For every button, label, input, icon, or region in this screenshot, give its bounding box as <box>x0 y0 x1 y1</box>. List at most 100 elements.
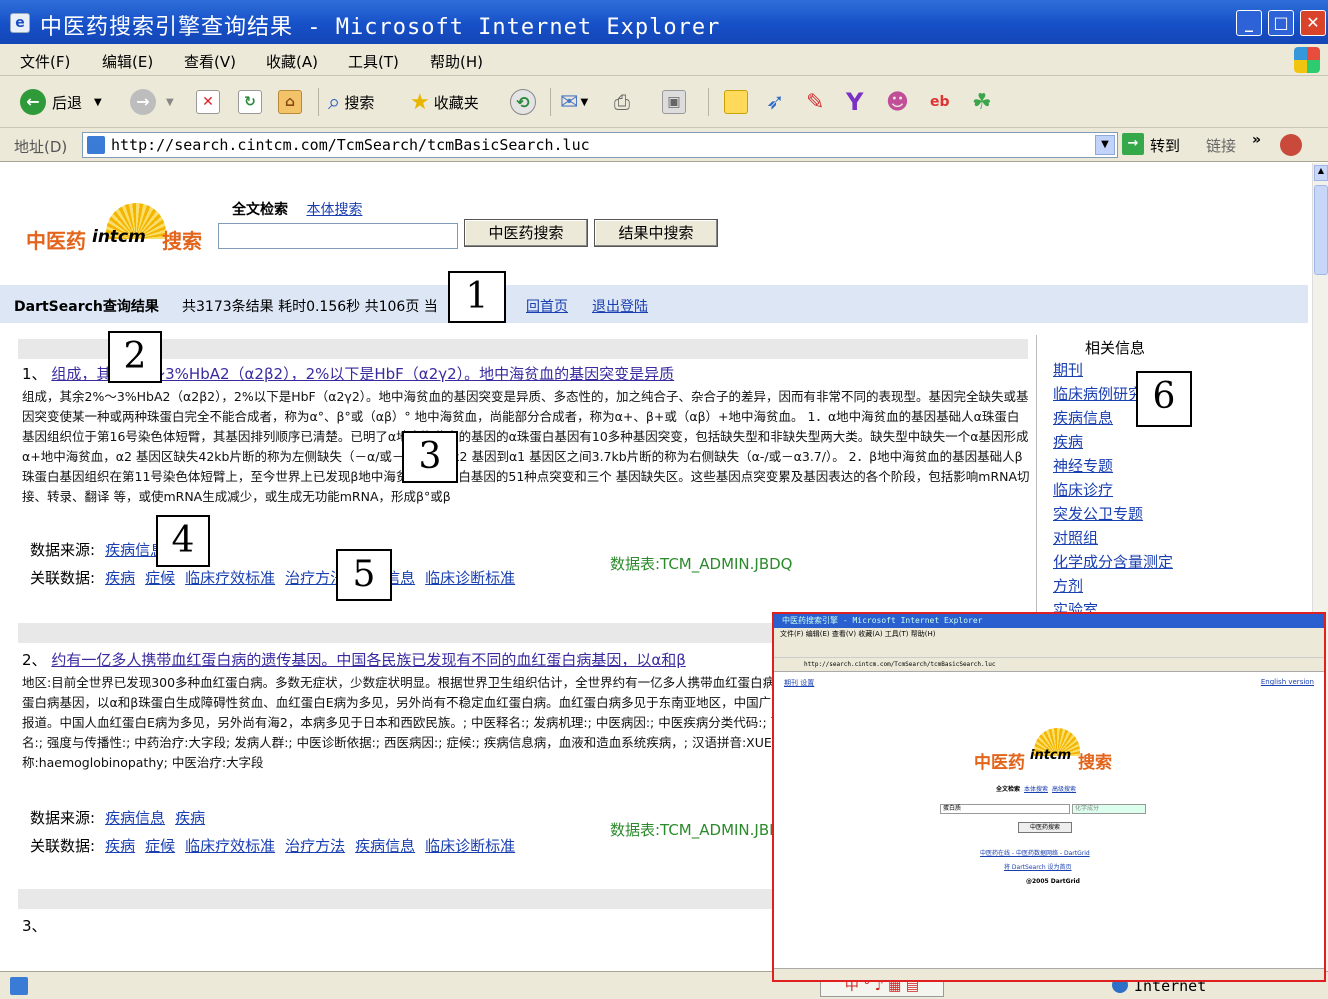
yahoo-button[interactable]: Y <box>846 88 863 116</box>
marker-icon: ✎ <box>806 89 825 115</box>
chevron-double-right-icon[interactable]: » <box>1252 132 1261 148</box>
sidebar-link[interactable]: 神经专题 <box>1053 455 1113 476</box>
user-button[interactable]: ☻ <box>886 88 909 116</box>
related-link[interactable]: 临床疗效标准 <box>185 569 275 587</box>
refresh-button[interactable]: ↻ <box>238 88 262 116</box>
related-link[interactable]: 临床疗效标准 <box>185 837 275 855</box>
related-link[interactable]: 疾病信息 <box>355 837 415 855</box>
close-button[interactable]: ✕ <box>1300 10 1326 36</box>
stop-button[interactable]: ✕ <box>196 88 220 116</box>
menu-favorites[interactable]: 收藏(A) <box>266 51 318 72</box>
yahoo-y-icon: Y <box>846 88 864 116</box>
result-link[interactable]: 约有一亿多人携带血红蛋白病的遗传基因。中国各民族已发现有不同的血红蛋白病基因，以… <box>51 651 685 669</box>
related-link[interactable]: 疾病 <box>105 837 135 855</box>
url-text[interactable]: http://search.cintcm.com/TcmSearch/tcmBa… <box>111 136 590 154</box>
note-button[interactable] <box>724 88 748 116</box>
inset-set-homepage-link: 将 DartSearch 设为首页 <box>1004 864 1072 871</box>
mail-button[interactable]: ✉ ▼ <box>560 88 588 116</box>
chevron-down-icon[interactable]: ▼ <box>580 97 588 108</box>
title-bar: e 中医药搜索引擎查询结果 - Microsoft Internet Explo… <box>0 0 1328 44</box>
edit-icon: ▣ <box>662 90 686 114</box>
search-button[interactable]: ⌕ 搜索 <box>328 88 374 116</box>
inset-english-link: English version <box>1260 678 1314 686</box>
ie-app-icon[interactable]: e <box>10 13 30 33</box>
menu-help[interactable]: 帮助(H) <box>430 51 483 72</box>
callout-4: 4 <box>156 515 210 567</box>
related-link[interactable]: 症候 <box>145 837 175 855</box>
window-title: 中医药搜索引擎查询结果 - Microsoft Internet Explore… <box>40 15 721 40</box>
sidebar-link[interactable]: 临床诊疗 <box>1053 479 1113 500</box>
logout-link[interactable]: 退出登陆 <box>592 296 648 316</box>
chevron-down-icon[interactable]: ▼ <box>166 97 174 108</box>
data-table-label: 数据表:TCM_ADMIN.JBDQ <box>610 555 793 573</box>
inset-footer-links: 中医药在线 - 中医药数据网络 - DartGrid <box>980 850 1090 857</box>
result-title: DartSearch查询结果 <box>14 299 159 315</box>
edit-button[interactable]: ▣ <box>662 88 686 116</box>
related-link[interactable]: 临床诊断标准 <box>425 569 515 587</box>
chevron-down-icon[interactable]: ▼ <box>1095 135 1115 155</box>
related-link[interactable]: 治疗方法 <box>285 837 345 855</box>
translate-icon[interactable] <box>1280 134 1302 156</box>
inset-copyright: @2005 DartGrid <box>1026 878 1080 885</box>
messenger-button[interactable]: ➶ <box>766 88 784 116</box>
source-link[interactable]: 疾病信息 <box>105 809 165 827</box>
scroll-up-icon[interactable]: ▲ <box>1314 165 1328 181</box>
maximize-button[interactable]: □ <box>1268 10 1294 36</box>
minimize-button[interactable]: _ <box>1236 10 1262 36</box>
links-button[interactable]: 链接 <box>1206 135 1236 156</box>
site-logo[interactable]: 中医药 intcm 搜索 <box>26 203 206 259</box>
source-row: 数据来源:疾病信息疾病 <box>30 809 206 827</box>
menu-file[interactable]: 文件(F) <box>20 51 70 72</box>
page-icon <box>10 977 28 995</box>
star-icon: ★ <box>410 89 430 115</box>
related-link[interactable]: 症候 <box>145 569 175 587</box>
sidebar-link[interactable]: 疾病信息 <box>1053 407 1113 428</box>
sidebar-link[interactable]: 期刊 <box>1053 359 1083 380</box>
favorites-button[interactable]: ★ 收藏夹 <box>410 88 479 116</box>
sidebar-link[interactable]: 方剂 <box>1053 575 1083 596</box>
related-link[interactable]: 临床诊断标准 <box>425 837 515 855</box>
related-link[interactable]: 疾病 <box>105 569 135 587</box>
back-button[interactable]: ← 后退 ▼ <box>20 88 102 116</box>
inset-top-links: 期刊 设置 <box>784 679 815 687</box>
result-heading: 3、 <box>22 917 47 935</box>
search-in-results-button[interactable]: 结果中搜索 <box>594 219 718 247</box>
search-input[interactable] <box>218 223 458 249</box>
inset-page: 期刊 设置 English version 中医药 intcm 搜索 全文检索本… <box>774 672 1324 968</box>
ebay-button[interactable]: eb <box>930 88 950 116</box>
print-icon: ⎙ <box>614 90 630 114</box>
address-label: 地址(D) <box>14 138 68 156</box>
highlight-button[interactable]: ✎ <box>806 88 824 116</box>
go-button[interactable]: 转到 <box>1150 135 1180 156</box>
tab-fulltext[interactable]: 全文检索 <box>232 202 288 218</box>
toolbar-separator <box>708 88 709 116</box>
forward-button[interactable]: → ▼ <box>130 88 174 116</box>
sidebar-link[interactable]: 突发公卫专题 <box>1053 503 1143 524</box>
home-button[interactable]: ⌂ <box>278 88 302 116</box>
scrollbar-thumb[interactable] <box>1314 185 1328 275</box>
address-field[interactable]: http://search.cintcm.com/TcmSearch/tcmBa… <box>82 132 1118 158</box>
mail-icon: ✉ <box>560 89 579 115</box>
print-button[interactable]: ⎙ <box>614 88 630 116</box>
menu-tools[interactable]: 工具(T) <box>348 51 399 72</box>
menu-view[interactable]: 查看(V) <box>184 51 236 72</box>
chevron-down-icon[interactable]: ▼ <box>94 97 102 108</box>
sidebar-link[interactable]: 对照组 <box>1053 527 1098 548</box>
tab-ontology[interactable]: 本体搜索 <box>306 202 362 218</box>
tcm-search-button[interactable]: 中医药搜索 <box>464 219 588 247</box>
source-link[interactable]: 疾病 <box>175 809 205 827</box>
home-link[interactable]: 回首页 <box>526 296 568 316</box>
history-icon: ⟲ <box>510 89 536 115</box>
menu-edit[interactable]: 编辑(E) <box>102 51 153 72</box>
forward-arrow-icon: → <box>130 89 156 115</box>
inset-address-bar: http://search.cintcm.com/TcmSearch/tcmBa… <box>774 658 1324 672</box>
history-button[interactable]: ⟲ <box>510 88 536 116</box>
sidebar-heading: 相关信息 <box>1085 339 1146 357</box>
sidebar-link[interactable]: 临床病例研究 <box>1053 383 1143 404</box>
inset-query-input: 蛋白质 <box>940 804 1070 814</box>
sidebar-link[interactable]: 疾病 <box>1053 431 1083 452</box>
go-arrow-icon[interactable]: → <box>1122 133 1144 155</box>
sidebar-link[interactable]: 化学成分含量测定 <box>1053 551 1173 572</box>
msn-button[interactable]: ☘ <box>972 88 992 116</box>
people-icon: ☘ <box>972 89 992 115</box>
